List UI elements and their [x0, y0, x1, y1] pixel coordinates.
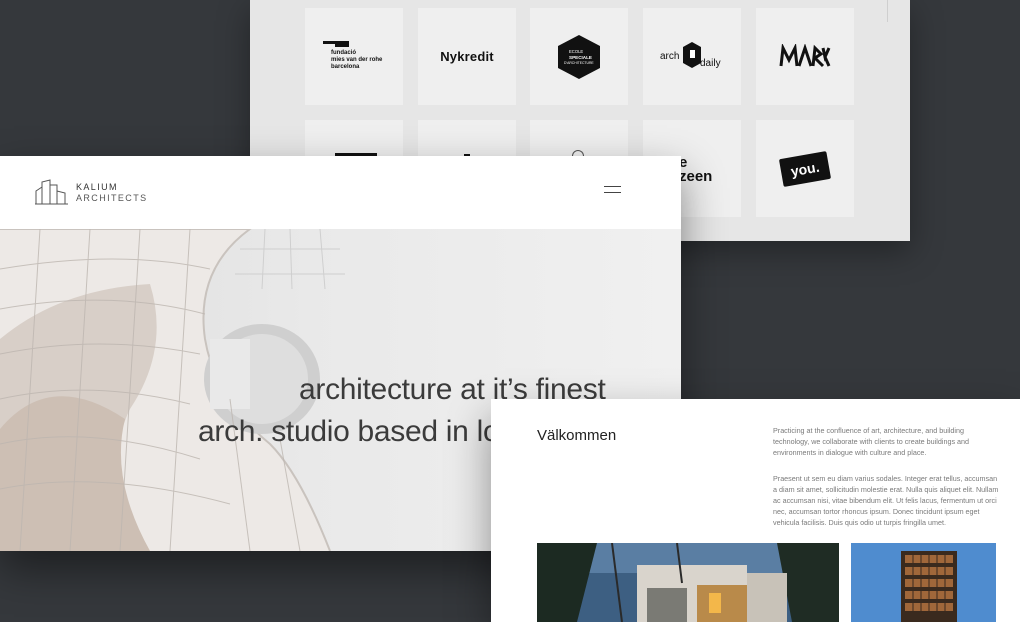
brand-name: KALIUM	[76, 182, 118, 192]
logo-text: arch	[660, 50, 680, 62]
logo-text: ECOLE	[569, 49, 583, 54]
logo-text: mies van der rohe	[331, 56, 383, 63]
welcome-title: Välkommen	[537, 427, 617, 444]
logo-text: SPECIALE	[569, 55, 592, 60]
logo-tile-mark[interactable]	[756, 8, 854, 105]
ecole-hexagon-logo: ECOLE SPECIALE D'ARCHITECTURE	[558, 34, 600, 79]
welcome-paragraph-2: Praesent ut sem eu diam varius sodales. …	[773, 474, 999, 527]
logo-tile-archdaily[interactable]: arch daily	[643, 8, 741, 105]
welcome-card: Välkommen Practicing at the confluence o…	[491, 399, 1020, 622]
welcome-paragraph-1: Practicing at the confluence of art, arc…	[773, 426, 970, 457]
house-photo[interactable]	[537, 543, 839, 622]
brand-subtitle: ARCHITECTS	[76, 193, 148, 203]
archdaily-logo: arch daily	[660, 41, 724, 73]
brand-wordmark[interactable]: KALIUM ARCHITECTS	[76, 182, 148, 204]
scroll-indicator	[887, 0, 888, 22]
dezeen-logo: e zeen	[679, 155, 713, 185]
fundacio-logo: fundació mies van der rohe barcelona	[323, 40, 385, 73]
logo-tile-ecole[interactable]: ECOLE SPECIALE D'ARCHITECTURE	[530, 8, 628, 105]
logo-text: you.	[789, 158, 821, 179]
building-icon	[35, 179, 68, 205]
site-header: KALIUM ARCHITECTS	[0, 156, 681, 229]
logo-text: fundació	[331, 49, 356, 56]
house-illustration	[537, 543, 839, 622]
tower-illustration	[851, 543, 996, 622]
brand-logo[interactable]	[35, 179, 69, 210]
hamburger-icon[interactable]	[604, 186, 622, 195]
logo-text: zeen	[679, 168, 713, 185]
mark-logo	[779, 43, 831, 67]
logo-text: D'ARCHITECTURE	[564, 61, 594, 65]
you-logo: you.	[778, 150, 832, 187]
tower-photo[interactable]	[851, 543, 996, 622]
logo-text: barcelona	[331, 63, 360, 70]
logo-tile-nykredit[interactable]: Nykredit	[418, 8, 516, 105]
logo-text: daily	[700, 57, 721, 69]
nykredit-logo: Nykredit	[440, 49, 494, 64]
logo-tile-you[interactable]: you.	[756, 120, 854, 217]
hero-headline-line-2: arch. studio based in lo	[198, 415, 500, 448]
logo-tile-fundacio[interactable]: fundació mies van der rohe barcelona	[305, 8, 403, 105]
